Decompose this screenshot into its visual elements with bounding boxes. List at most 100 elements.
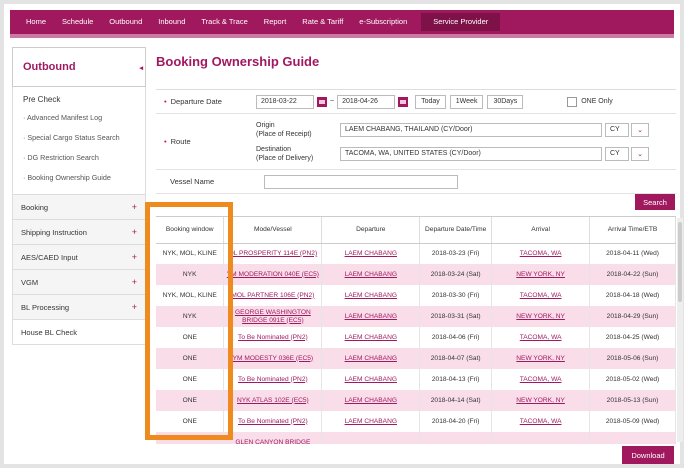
sidebar-item-vgm[interactable]: VGM + (12, 270, 146, 295)
cell-vessel[interactable]: GEORGE WASHINGTON BRIDGE 091E (EC5) (223, 306, 323, 327)
nav-e-subscription[interactable]: e-Subscription (351, 10, 415, 34)
sidebar-item-bl-processing[interactable]: BL Processing + (12, 295, 146, 320)
chevron-left-icon[interactable]: ◂ (139, 64, 143, 72)
destination-type-select[interactable]: CY (605, 146, 629, 161)
cell-vessel[interactable]: YM MODERATION 040E (EC5) (223, 264, 323, 285)
chevron-down-icon[interactable]: ⌄ (631, 146, 649, 161)
nav-track-trace[interactable]: Track & Trace (193, 10, 255, 34)
plus-icon: + (131, 202, 137, 212)
sidebar-item-house-bl-check[interactable]: House BL Check (12, 320, 146, 345)
table-row: ONE To Be Nominated (PN2) LAEM CHABANG 2… (156, 369, 676, 390)
nav-schedule[interactable]: Schedule (54, 10, 101, 34)
today-button[interactable]: Today (415, 94, 446, 109)
vessel-name-input[interactable] (264, 174, 458, 189)
chevron-down-icon[interactable]: ⌄ (631, 122, 649, 137)
nav-home[interactable]: Home (18, 10, 54, 34)
cell-departure[interactable]: LAEM CHABANG (321, 390, 421, 411)
cell-departure[interactable]: LAEM CHABANG (321, 348, 421, 369)
row-departure-date: • Departure Date 2018-03-22 ~ 2018-04-26 … (156, 90, 676, 114)
destination-label: Destination (Place of Delivery) (256, 145, 340, 163)
sidebar-item-label: Booking (21, 202, 49, 212)
cell-vessel[interactable]: To Be Nominated (PN2) (223, 327, 323, 348)
one-only-checkbox[interactable] (567, 96, 578, 107)
origin-label: Origin (Place of Receipt) (256, 121, 340, 139)
cell-arrival[interactable]: TACOMA, WA (491, 327, 591, 348)
table-row: NYK, MOL, KLINE OL PROSPERITY 114E (PN2)… (156, 243, 676, 264)
nav-report[interactable]: Report (256, 10, 295, 34)
cell-arrival[interactable]: NEW YORK, NY (491, 390, 591, 411)
nav-service-provider[interactable]: Service Provider (421, 13, 501, 31)
cell-vessel[interactable]: To Be Nominated (PN2) (223, 369, 323, 390)
sidebar-title: Outbound ◂ (12, 47, 146, 87)
table-row: ONE To Be Nominated (PN2) LAEM CHABANG 2… (156, 327, 676, 348)
results-table: Booking window Mode/Vessel Departure Dep… (156, 217, 676, 444)
cell-dep-time (419, 432, 493, 444)
cell-arr-time (589, 432, 676, 444)
sidebar-title-label: Outbound (23, 61, 76, 73)
destination-row: Destination (Place of Delivery) TACOMA, W… (256, 145, 649, 163)
one-week-button[interactable]: 1Week (449, 94, 484, 109)
table-row: GLEN CANYON BRIDGE (156, 432, 676, 444)
origin-label-line1: Origin (256, 121, 275, 129)
sidebar-item-label: BL Processing (21, 302, 70, 312)
cell-arr-time: 2018-04-22 (Sun) (589, 264, 676, 285)
destination-input[interactable]: TACOMA, WA, UNITED STATES (CY/Door) (340, 146, 602, 161)
cell-departure[interactable]: LAEM CHABANG (321, 243, 421, 264)
cell-departure[interactable]: LAEM CHABANG (321, 306, 421, 327)
cell-vessel[interactable]: To Be Nominated (PN2) (223, 411, 323, 432)
sidebar-item-aes-caed[interactable]: AES/CAED Input + (12, 245, 146, 270)
nav-inbound[interactable]: Inbound (150, 10, 193, 34)
cell-arrival[interactable]: NEW YORK, NY (491, 348, 591, 369)
cell-dep-time: 2018-03-31 (Sat) (419, 306, 493, 327)
cell-arrival[interactable]: TACOMA, WA (491, 285, 591, 306)
nav-outbound[interactable]: Outbound (101, 10, 150, 34)
date-from-field[interactable]: 2018-03-22 (256, 94, 314, 109)
sidebar-item-shipping-instruction[interactable]: Shipping Instruction + (12, 220, 146, 245)
cell-vessel[interactable]: OL PROSPERITY 114E (PN2) (223, 243, 323, 264)
date-to-field[interactable]: 2018-04-26 (337, 94, 396, 109)
cell-dep-time: 2018-03-24 (Sat) (419, 264, 493, 285)
nav-rate-tariff[interactable]: Rate & Tariff (294, 10, 351, 34)
cell-arrival[interactable]: TACOMA, WA (491, 243, 591, 264)
cell-vessel[interactable]: NYK ATLAS 102E (EC5) (223, 390, 323, 411)
sidebar-item-booking[interactable]: Booking + (12, 195, 146, 220)
cell-departure[interactable] (321, 432, 421, 444)
cell-arrival[interactable]: NEW YORK, NY (491, 264, 591, 285)
origin-type-select[interactable]: CY (605, 122, 629, 137)
scrollbar-thumb[interactable] (678, 222, 682, 302)
sidebar-sub-special-cargo[interactable]: · Special Cargo Status Search (13, 128, 145, 148)
calendar-icon[interactable] (398, 96, 409, 107)
download-button[interactable]: Download (622, 446, 674, 464)
cell-vessel[interactable]: GLEN CANYON BRIDGE (223, 432, 323, 444)
main-content: Booking Ownership Guide • Departure Date … (156, 47, 683, 444)
cell-arrival[interactable] (491, 432, 591, 444)
cell-arrival[interactable]: NEW YORK, NY (491, 306, 591, 327)
cell-vessel[interactable]: YM MODESTY 036E (EC5) (223, 348, 323, 369)
cell-arrival[interactable]: TACOMA, WA (491, 369, 591, 390)
cell-dep-time: 2018-04-20 (Fri) (419, 411, 493, 432)
thirty-days-button[interactable]: 30Days (487, 94, 524, 109)
cell-arr-time: 2018-04-29 (Sun) (589, 306, 676, 327)
cell-dep-time: 2018-03-23 (Fri) (419, 243, 493, 264)
calendar-icon[interactable] (317, 96, 327, 107)
cell-departure[interactable]: LAEM CHABANG (321, 285, 421, 306)
origin-input[interactable]: LAEM CHABANG, THAILAND (CY/Door) (340, 122, 602, 137)
origin-row: Origin (Place of Receipt) LAEM CHABANG, T… (256, 121, 649, 139)
cell-departure[interactable]: LAEM CHABANG (321, 264, 421, 285)
search-button[interactable]: Search (635, 194, 675, 210)
cell-departure[interactable]: LAEM CHABANG (321, 369, 421, 390)
cell-vessel[interactable]: MOL PARTNER 106E (PN2) (223, 285, 323, 306)
sidebar-sub-dg-restriction[interactable]: · DG Restriction Search (13, 148, 145, 168)
cell-dep-time: 2018-04-13 (Fri) (419, 369, 493, 390)
table-scrollbar[interactable] (677, 218, 683, 442)
sidebar-sub-advanced-manifest-log[interactable]: · Advanced Manifest Log (13, 108, 145, 128)
destination-label-line2: (Place of Delivery) (256, 154, 314, 162)
cell-departure[interactable]: LAEM CHABANG (321, 411, 421, 432)
cell-departure[interactable]: LAEM CHABANG (321, 327, 421, 348)
col-arrival-time: Arrival Time/ETB (589, 217, 676, 244)
sidebar-group-title[interactable]: Pre Check (13, 87, 145, 108)
table-row: ONE To Be Nominated (PN2) LAEM CHABANG 2… (156, 411, 676, 432)
cell-arrival[interactable]: TACOMA, WA (491, 411, 591, 432)
sidebar-sub-booking-ownership[interactable]: · Booking Ownership Guide (13, 168, 145, 194)
search-form: • Departure Date 2018-03-22 ~ 2018-04-26 … (156, 89, 676, 194)
